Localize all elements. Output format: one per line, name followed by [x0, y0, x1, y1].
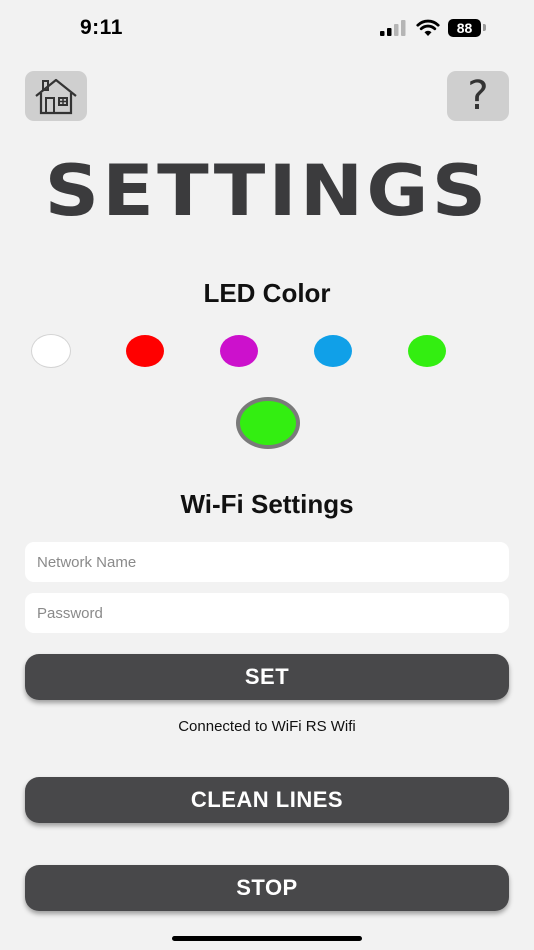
signal-icon: [380, 20, 406, 36]
wifi-icon: [416, 19, 440, 36]
status-time: 9:11: [80, 16, 123, 39]
clean-lines-button[interactable]: CLEAN LINES: [25, 777, 509, 823]
help-button[interactable]: ?: [447, 71, 509, 121]
home-button[interactable]: [25, 71, 87, 121]
stop-button[interactable]: STOP: [25, 865, 509, 911]
color-option-white[interactable]: [32, 335, 70, 367]
wifi-settings-heading: Wi-Fi Settings: [180, 489, 354, 519]
password-input[interactable]: [25, 593, 509, 633]
color-option-blue[interactable]: [314, 335, 352, 367]
status-bar: 9:11 88: [0, 0, 534, 58]
house-icon: [35, 78, 77, 115]
connection-status: Connected to WiFi RS Wifi: [178, 718, 356, 735]
home-indicator: [172, 936, 362, 941]
color-option-magenta[interactable]: [220, 335, 258, 367]
color-option-red[interactable]: [126, 335, 164, 367]
page-title: SETTINGS: [44, 150, 490, 232]
battery-icon: 88: [448, 19, 481, 37]
set-button[interactable]: SET: [25, 654, 509, 700]
question-mark-icon: ?: [467, 73, 489, 119]
network-name-input[interactable]: [25, 542, 509, 582]
battery-tip: [483, 24, 486, 31]
selected-color-preview: [236, 397, 300, 449]
led-color-heading: LED Color: [203, 278, 331, 308]
color-option-green[interactable]: [408, 335, 446, 367]
